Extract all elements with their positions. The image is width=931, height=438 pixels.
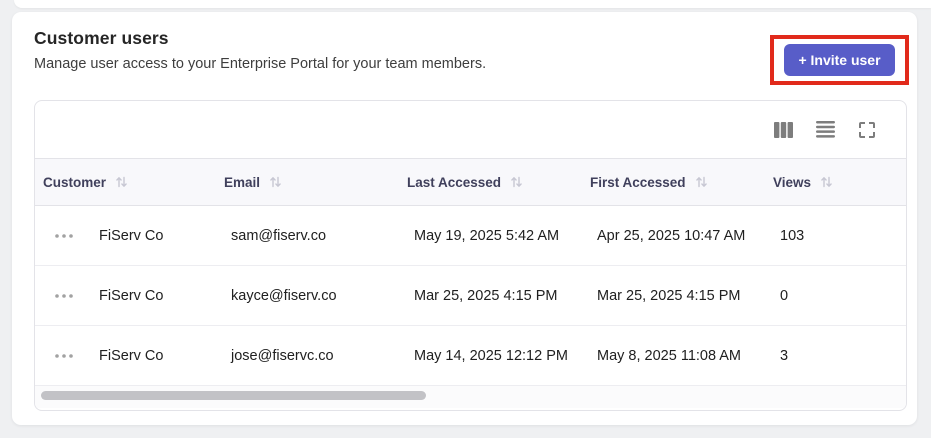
sort-icon	[115, 176, 128, 188]
column-header-last-accessed[interactable]: Last Accessed	[399, 175, 582, 190]
page: { "card": { "title": "Customer users", "…	[0, 0, 931, 438]
fullscreen-button[interactable]	[857, 121, 877, 139]
cell-first-accessed: Mar 25, 2025 4:15 PM	[597, 287, 741, 304]
cell-views: 3	[780, 347, 789, 364]
column-header-first-accessed[interactable]: First Accessed	[582, 175, 765, 190]
cell-customer: FiServ Co	[99, 287, 164, 304]
columns-icon	[773, 121, 793, 138]
table-toolbar	[35, 101, 906, 158]
cell-customer: FiServ Co	[99, 227, 164, 244]
ellipsis-icon	[54, 353, 73, 358]
invite-user-highlight-box: + Invite user	[770, 35, 909, 85]
page-title: Customer users	[34, 28, 169, 48]
table-row: FiServ Co sam@fiserv.co May 19, 2025 5:4…	[35, 206, 906, 266]
cell-last-accessed: Mar 25, 2025 4:15 PM	[414, 287, 558, 304]
sort-icon	[269, 176, 282, 188]
cell-last-accessed: May 19, 2025 5:42 AM	[414, 227, 560, 244]
row-lines-icon	[815, 121, 835, 138]
cell-email: jose@fiservc.co	[231, 347, 334, 364]
sort-icon	[820, 176, 833, 188]
column-header-label: Last Accessed	[407, 174, 502, 190]
columns-view-button[interactable]	[773, 121, 793, 139]
row-actions-cell	[35, 290, 92, 302]
cell-first-accessed: Apr 25, 2025 10:47 AM	[597, 227, 746, 244]
cell-email: sam@fiserv.co	[231, 227, 327, 244]
table-row: FiServ Co jose@fiservc.co May 14, 2025 1…	[35, 326, 906, 386]
cell-last-accessed: May 14, 2025 12:12 PM	[414, 347, 568, 364]
column-header-views[interactable]: Views	[765, 175, 906, 190]
column-header-label: First Accessed	[590, 174, 686, 190]
column-header-label: Email	[224, 174, 261, 190]
row-actions-cell	[35, 350, 92, 362]
column-header-email[interactable]: Email	[216, 175, 399, 190]
sort-icon	[695, 176, 708, 188]
cell-first-accessed: May 8, 2025 11:08 AM	[597, 347, 742, 364]
cell-email: kayce@fiserv.co	[231, 287, 337, 304]
invite-user-button[interactable]: + Invite user	[784, 44, 895, 76]
page-subtitle: Manage user access to your Enterprise Po…	[34, 56, 487, 72]
row-menu-button[interactable]	[53, 230, 75, 242]
horizontal-scrollbar-track[interactable]	[35, 386, 906, 408]
fullscreen-icon	[859, 121, 875, 138]
cell-views: 0	[780, 287, 789, 304]
column-header-label: Views	[773, 174, 812, 190]
row-menu-button[interactable]	[53, 350, 75, 362]
row-height-button[interactable]	[815, 121, 835, 139]
column-header-customer[interactable]: Customer	[35, 175, 216, 190]
ellipsis-icon	[54, 233, 73, 238]
row-actions-cell	[35, 230, 92, 242]
column-header-label: Customer	[43, 174, 107, 190]
sort-icon	[510, 176, 523, 188]
ellipsis-icon	[54, 293, 73, 298]
table-row: FiServ Co kayce@fiserv.co Mar 25, 2025 4…	[35, 266, 906, 326]
cell-views: 103	[780, 227, 805, 244]
previous-card-edge	[14, 0, 931, 8]
table-header-row: Customer Email Last Accessed First Acces…	[35, 158, 906, 206]
row-menu-button[interactable]	[53, 290, 75, 302]
horizontal-scrollbar-thumb[interactable]	[41, 391, 426, 400]
customer-users-card: Customer users Manage user access to you…	[12, 12, 917, 425]
users-table-container: Customer Email Last Accessed First Acces…	[34, 100, 907, 411]
cell-customer: FiServ Co	[99, 347, 164, 364]
